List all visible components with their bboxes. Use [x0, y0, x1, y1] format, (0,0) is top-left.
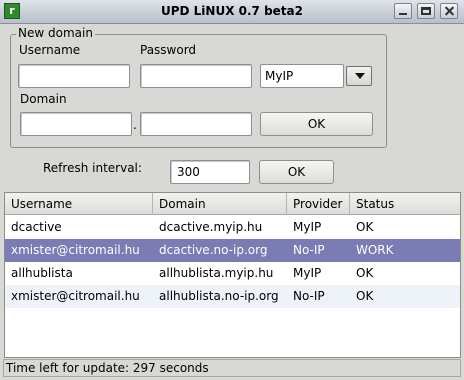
cell-provider: No-IP: [293, 289, 325, 303]
password-input[interactable]: [140, 64, 252, 88]
username-input[interactable]: [18, 64, 130, 88]
domain-name-input[interactable]: [20, 112, 132, 136]
table-header: Username Domain Provider Status: [5, 193, 460, 215]
domain-separator: .: [133, 118, 137, 132]
cell-domain: dcactive.myip.hu: [159, 220, 263, 234]
provider-dropdown-button[interactable]: [346, 66, 372, 86]
provider-select[interactable]: MyIP: [260, 64, 373, 88]
cell-username: xmister@citromail.hu: [11, 243, 140, 257]
refresh-interval-input[interactable]: 300: [170, 160, 250, 184]
cell-domain: allhublista.no-ip.org: [159, 289, 279, 303]
cell-username: xmister@citromail.hu: [11, 289, 140, 303]
maximize-button[interactable]: [417, 3, 435, 19]
status-bar: Time left for update: 297 seconds: [3, 359, 461, 377]
provider-select-value[interactable]: MyIP: [260, 64, 344, 88]
cell-domain: dcactive.no-ip.org: [159, 243, 268, 257]
add-domain-ok-button[interactable]: OK: [260, 112, 373, 136]
cell-provider: MyIP: [293, 266, 322, 280]
new-domain-group-title: New domain: [16, 26, 95, 40]
domains-table[interactable]: Username Domain Provider Status dcactive…: [4, 192, 461, 358]
domain-label: Domain: [20, 92, 67, 106]
cell-username: allhublista: [11, 266, 73, 280]
column-header-username[interactable]: Username: [5, 193, 153, 215]
domain-suffix-input[interactable]: [140, 112, 252, 136]
cell-domain: allhublista.myip.hu: [159, 266, 274, 280]
cell-provider: No-IP: [293, 243, 325, 257]
refresh-interval-label: Refresh interval:: [43, 161, 142, 175]
cell-status: OK: [356, 289, 374, 303]
table-row-selected[interactable]: xmister@citromail.hu dcactive.no-ip.org …: [5, 239, 460, 262]
cell-status: OK: [356, 266, 374, 280]
refresh-ok-button[interactable]: OK: [259, 160, 334, 184]
table-row[interactable]: allhublista allhublista.myip.hu MyIP OK: [5, 262, 460, 285]
cell-status: OK: [356, 220, 374, 234]
close-button[interactable]: [440, 3, 458, 19]
column-header-domain[interactable]: Domain: [153, 193, 287, 215]
minimize-button[interactable]: [394, 3, 412, 19]
cell-username: dcactive: [11, 220, 62, 234]
password-label: Password: [140, 43, 197, 57]
chevron-down-icon: [355, 73, 365, 79]
title-bar[interactable]: r UPD LiNUX 0.7 beta2: [0, 0, 464, 24]
table-row[interactable]: dcactive dcactive.myip.hu MyIP OK: [5, 216, 460, 239]
table-row[interactable]: xmister@citromail.hu allhublista.no-ip.o…: [5, 285, 460, 308]
cell-provider: MyIP: [293, 220, 322, 234]
column-header-provider[interactable]: Provider: [287, 193, 350, 215]
column-header-status[interactable]: Status: [350, 193, 460, 215]
username-label: Username: [19, 43, 81, 57]
cell-status: WORK: [356, 243, 394, 257]
